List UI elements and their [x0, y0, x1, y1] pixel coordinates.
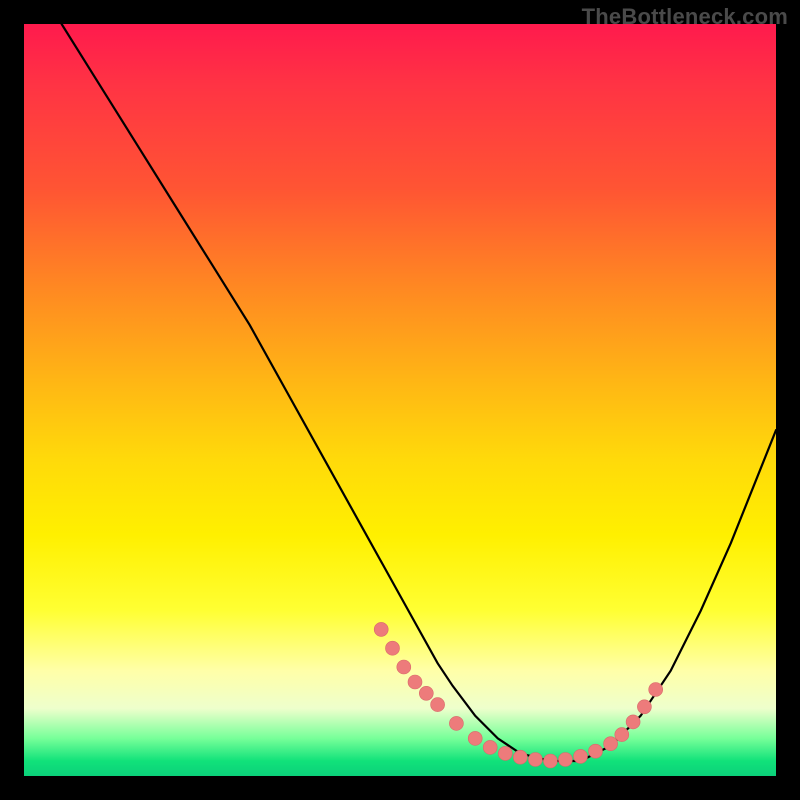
- highlight-dot: [449, 716, 463, 730]
- highlight-dot: [589, 744, 603, 758]
- highlight-dot: [513, 750, 527, 764]
- highlight-dot: [498, 746, 512, 760]
- bottleneck-plot: [24, 24, 776, 776]
- highlight-dot: [408, 675, 422, 689]
- highlight-dot: [374, 622, 388, 636]
- highlight-dot: [468, 731, 482, 745]
- highlight-dot: [626, 715, 640, 729]
- highlight-dot: [649, 683, 663, 697]
- highlight-dot: [574, 749, 588, 763]
- highlight-dot: [397, 660, 411, 674]
- highlight-dot: [419, 686, 433, 700]
- chart-frame: [24, 24, 776, 776]
- highlight-dot: [483, 740, 497, 754]
- highlight-dot: [528, 753, 542, 767]
- highlight-dot: [386, 641, 400, 655]
- highlight-dot: [543, 754, 557, 768]
- watermark-text: TheBottleneck.com: [582, 4, 788, 30]
- highlight-dot: [637, 700, 651, 714]
- highlight-dots-group: [374, 622, 663, 768]
- highlight-dot: [604, 737, 618, 751]
- highlight-dot: [431, 698, 445, 712]
- bottleneck-curve: [62, 24, 776, 761]
- highlight-dot: [615, 728, 629, 742]
- highlight-dot: [558, 753, 572, 767]
